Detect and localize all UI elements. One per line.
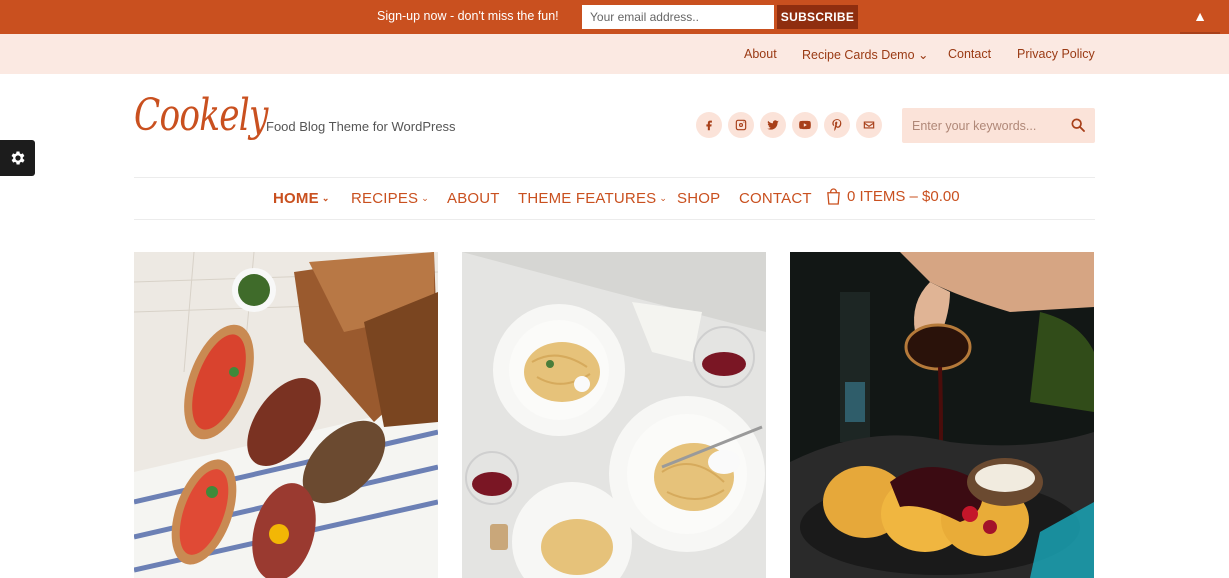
- nav-item-recipes[interactable]: RECIPES ⌄: [351, 190, 429, 207]
- chevron-down-icon: ⌄: [659, 193, 668, 203]
- nav-item-about[interactable]: ABOUT: [447, 190, 500, 207]
- social-instagram[interactable]: [728, 112, 754, 138]
- social-email[interactable]: [856, 112, 882, 138]
- nav-bottom-divider: [134, 219, 1095, 220]
- facebook-icon: [706, 120, 712, 131]
- signup-bar: Sign-up now - don't miss the fun! SUBSCR…: [0, 0, 1229, 34]
- pancakes-syrup-photo: [790, 252, 1094, 578]
- search-icon: [1071, 117, 1085, 132]
- social-facebook[interactable]: [696, 112, 722, 138]
- utility-link-about[interactable]: About: [744, 47, 777, 61]
- cart-summary: 0 ITEMS – $0.00: [847, 188, 960, 205]
- email-icon: [863, 121, 875, 129]
- chevron-down-icon: ⌄: [321, 193, 330, 203]
- nav-item-theme-features[interactable]: THEME FEATURES ⌄: [518, 190, 667, 207]
- site-tagline: Food Blog Theme for WordPress: [266, 119, 456, 134]
- nav-item-label: CONTACT: [739, 190, 812, 207]
- social-pinterest[interactable]: [824, 112, 850, 138]
- utility-link-recipe-cards-demo[interactable]: Recipe Cards Demo ⌄: [802, 47, 929, 62]
- settings-toggle[interactable]: [0, 140, 35, 176]
- nav-item-label: RECIPES: [351, 190, 419, 207]
- utility-link-privacy-policy[interactable]: Privacy Policy: [1017, 47, 1095, 61]
- post-card-pancakes[interactable]: [790, 252, 1094, 578]
- cart-link[interactable]: 0 ITEMS – $0.00: [826, 188, 960, 205]
- nav-item-label: ABOUT: [447, 190, 500, 207]
- instagram-icon: [735, 119, 747, 131]
- search-box: [902, 108, 1095, 143]
- search-input[interactable]: [902, 108, 1062, 143]
- nav-item-contact[interactable]: CONTACT: [739, 190, 812, 207]
- search-button[interactable]: [1067, 115, 1089, 137]
- pasta-plates-photo: [462, 252, 766, 578]
- social-twitter[interactable]: [760, 112, 786, 138]
- email-field[interactable]: [582, 5, 774, 29]
- nav-item-label: THEME FEATURES: [518, 190, 657, 207]
- twitter-icon: [767, 120, 779, 130]
- collapse-bar-button[interactable]: ▲: [1180, 0, 1220, 34]
- nav-item-label: SHOP: [677, 190, 721, 207]
- utility-nav: About Recipe Cards Demo ⌄ Contact Privac…: [0, 34, 1229, 74]
- youtube-icon: [799, 120, 811, 130]
- nav-item-home[interactable]: HOME ⌄: [273, 190, 330, 207]
- subscribe-button[interactable]: SUBSCRIBE: [777, 5, 858, 29]
- shopping-bag-icon: [827, 188, 840, 205]
- gear-icon: [11, 151, 25, 165]
- post-card-bruschetta[interactable]: [134, 252, 438, 578]
- social-youtube[interactable]: [792, 112, 818, 138]
- pinterest-icon: [832, 119, 842, 131]
- post-card-pasta[interactable]: [462, 252, 766, 578]
- utility-link-contact[interactable]: Contact: [948, 47, 991, 61]
- bruschetta-platter-photo: [134, 252, 438, 578]
- signup-text: Sign-up now - don't miss the fun!: [377, 9, 559, 23]
- site-logo[interactable]: Cookely: [134, 90, 268, 141]
- nav-item-label: HOME: [273, 190, 319, 207]
- nav-top-divider: [134, 177, 1095, 178]
- nav-item-shop[interactable]: SHOP: [677, 190, 720, 207]
- chevron-down-icon: ⌄: [421, 193, 430, 203]
